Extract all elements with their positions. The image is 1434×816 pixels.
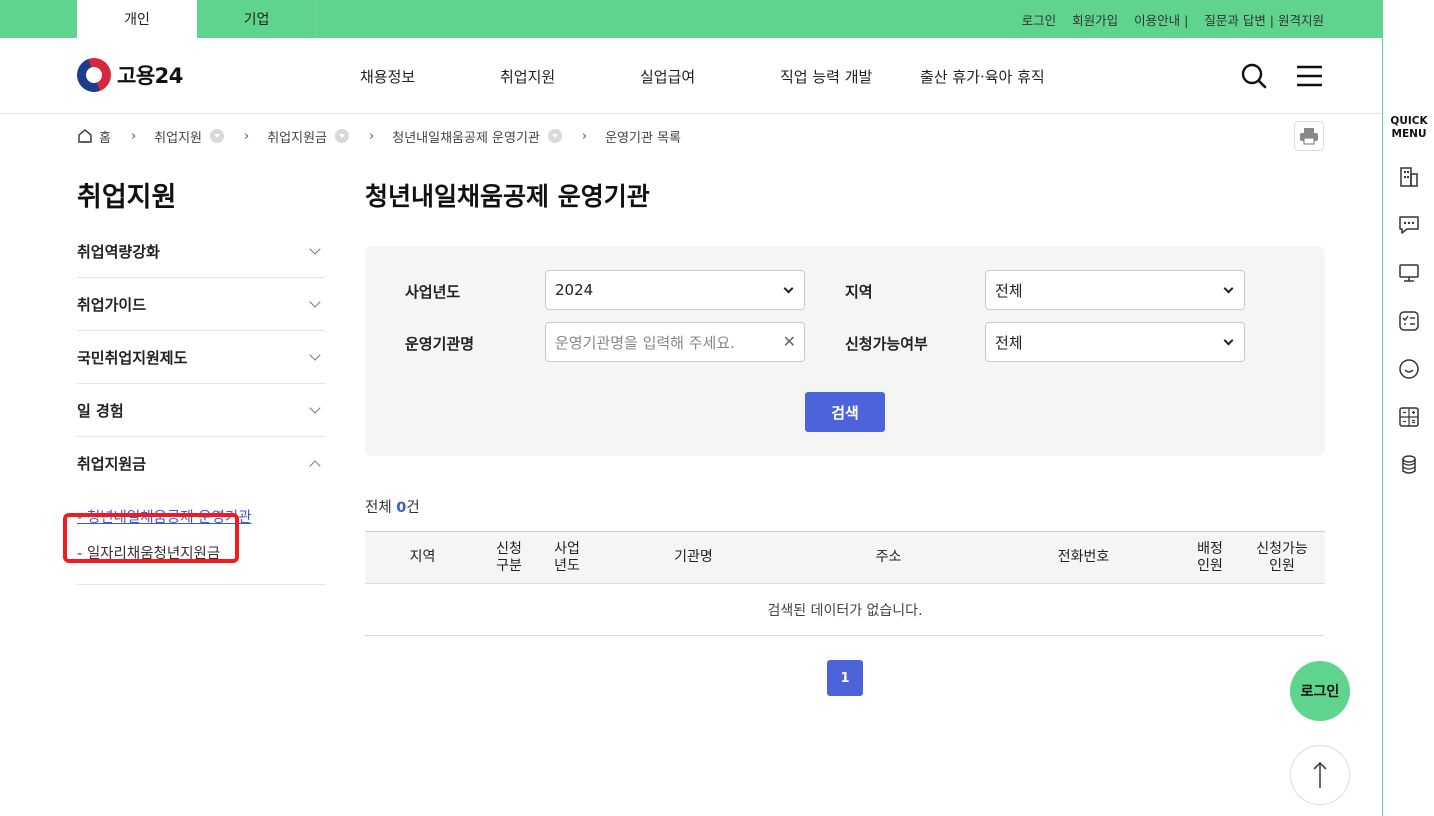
hamburger-menu-icon[interactable] bbox=[1296, 62, 1324, 90]
year-label: 사업년도 bbox=[405, 283, 461, 301]
org-name-input[interactable]: 운영기관명을 입력해 주세요. ✕ bbox=[545, 322, 805, 362]
sidebar-item-competency[interactable]: 취업역량강화 bbox=[77, 225, 325, 278]
checklist-icon[interactable] bbox=[1397, 309, 1421, 333]
sidebar-item-national-support[interactable]: 국민취업지원제도 bbox=[77, 331, 325, 384]
region-label: 지역 bbox=[845, 283, 873, 301]
utility-links: 로그인 회원가입 이용안내 | 질문과 답변 | 원격지원 bbox=[1022, 0, 1324, 38]
table-header-row: 지역 신청 구분 사업 년도 기관명 주소 전화번호 배정 인원 신청가능 인원 bbox=[365, 531, 1325, 584]
org-name-label: 운영기관명 bbox=[405, 335, 475, 353]
breadcrumb: 홈 › 취업지원 › 취업지원금 › 청년내일채움공제 운영기관 › 운영기관 … bbox=[77, 126, 681, 146]
sidebar-item-subsidy[interactable]: 취업지원금 bbox=[77, 437, 325, 490]
nav-item-unemployment-benefits[interactable]: 실업급여 bbox=[640, 66, 695, 87]
site-header: 고용24 채용정보 취업지원 실업급여 직업 능력 개발 출산 휴가·육아 휴직 bbox=[0, 38, 1382, 114]
chevron-down-icon bbox=[1223, 335, 1234, 346]
home-icon bbox=[78, 129, 92, 143]
result-count-number: 0 bbox=[396, 500, 407, 516]
search-filter-panel: 사업년도 2024 지역 전체 운영기관명 운영기관명을 입력해 주세요. ✕ 신… bbox=[365, 246, 1325, 456]
chevron-down-icon bbox=[309, 402, 321, 414]
printer-icon bbox=[1300, 128, 1318, 145]
building-icon[interactable] bbox=[1397, 165, 1421, 189]
column-header-assigned: 배정 인원 bbox=[1197, 540, 1223, 574]
tab-personal[interactable]: 개인 bbox=[77, 0, 197, 38]
guide-link[interactable]: 이용안내 | bbox=[1134, 10, 1188, 29]
result-count: 전체 0건 bbox=[365, 500, 420, 516]
scroll-top-button[interactable] bbox=[1290, 745, 1350, 805]
floating-login-button[interactable]: 로그인 bbox=[1290, 661, 1350, 721]
login-link[interactable]: 로그인 bbox=[1022, 10, 1057, 29]
logo-text: 고용24 bbox=[117, 64, 183, 88]
apply-available-label: 신청가능여부 bbox=[845, 335, 928, 353]
chevron-right-icon: › bbox=[581, 128, 588, 144]
coins-icon[interactable] bbox=[1397, 453, 1421, 477]
highlight-annotation-box bbox=[63, 513, 239, 563]
print-button[interactable] bbox=[1294, 121, 1324, 151]
clear-icon[interactable]: ✕ bbox=[783, 332, 796, 351]
dropdown-circle-icon[interactable] bbox=[210, 129, 225, 143]
taegeuk-logo-icon bbox=[72, 53, 116, 97]
search-icon[interactable] bbox=[1240, 62, 1268, 90]
chevron-up-icon bbox=[309, 459, 321, 472]
chevron-down-icon bbox=[309, 243, 321, 255]
qna-remote-link[interactable]: 질문과 답변 | 원격지원 bbox=[1204, 10, 1324, 29]
chevron-down-icon bbox=[783, 283, 794, 294]
pagination-page-1[interactable]: 1 bbox=[827, 660, 863, 696]
breadcrumb-item[interactable]: 청년내일채움공제 운영기관 bbox=[392, 127, 562, 146]
sidebar-item-work-experience[interactable]: 일 경험 bbox=[77, 384, 325, 437]
breadcrumb-current: 운영기관 목록 bbox=[605, 130, 681, 146]
page-title: 청년내일채움공제 운영기관 bbox=[365, 182, 650, 211]
nav-item-parental-leave[interactable]: 출산 휴가·육아 휴직 bbox=[920, 66, 1045, 87]
quick-menu-title: QUICK MENU bbox=[1390, 115, 1428, 140]
signup-link[interactable]: 회원가입 bbox=[1072, 10, 1118, 29]
column-header-phone: 전화번호 bbox=[1057, 549, 1110, 565]
dropdown-circle-icon[interactable] bbox=[547, 129, 562, 143]
chevron-right-icon: › bbox=[130, 128, 137, 144]
nav-item-jobs[interactable]: 채용정보 bbox=[360, 66, 415, 87]
column-header-org-name: 기관명 bbox=[674, 549, 713, 565]
region-select[interactable]: 전체 bbox=[985, 270, 1245, 310]
dropdown-circle-icon[interactable] bbox=[335, 129, 350, 143]
column-header-address: 주소 bbox=[875, 549, 902, 565]
breadcrumb-home-label: 홈 bbox=[99, 130, 111, 146]
breadcrumb-item[interactable]: 취업지원금 bbox=[267, 127, 350, 146]
nav-item-vocational-training[interactable]: 직업 능력 개발 bbox=[780, 66, 872, 87]
site-logo[interactable]: 고용24 bbox=[72, 53, 183, 97]
lnb-title: 취업지원 bbox=[77, 182, 177, 213]
column-header-available: 신청가능 인원 bbox=[1256, 540, 1308, 574]
nav-item-employment-support[interactable]: 취업지원 bbox=[500, 66, 555, 87]
chevron-right-icon: › bbox=[244, 128, 250, 144]
column-header-region: 지역 bbox=[409, 549, 436, 565]
arrow-up-icon bbox=[1313, 761, 1327, 788]
result-table: 지역 신청 구분 사업 년도 기관명 주소 전화번호 배정 인원 신청가능 인원… bbox=[365, 531, 1325, 636]
apply-available-select[interactable]: 전체 bbox=[985, 322, 1245, 362]
quick-menu: QUICK MENU bbox=[1382, 0, 1434, 816]
chevron-down-icon bbox=[1223, 283, 1234, 294]
empty-message: 검색된 데이터가 없습니다. bbox=[365, 583, 1325, 636]
chevron-down-icon bbox=[309, 349, 321, 361]
sidebar-item-guide[interactable]: 취업가이드 bbox=[77, 278, 325, 331]
smile-icon[interactable] bbox=[1397, 357, 1421, 381]
chevron-right-icon: › bbox=[369, 128, 375, 144]
calculator-icon[interactable] bbox=[1397, 405, 1421, 429]
breadcrumb-item[interactable]: 취업지원 bbox=[154, 127, 225, 146]
chevron-down-icon bbox=[309, 296, 321, 308]
monitor-icon[interactable] bbox=[1397, 261, 1421, 285]
chat-bubble-icon[interactable] bbox=[1397, 213, 1421, 237]
column-header-year: 사업 년도 bbox=[554, 540, 580, 574]
column-header-apply-type: 신청 구분 bbox=[496, 540, 522, 574]
search-button[interactable]: 검색 bbox=[805, 392, 885, 432]
breadcrumb-home[interactable]: 홈 bbox=[77, 127, 111, 146]
tab-business[interactable]: 기업 bbox=[197, 0, 317, 38]
table-row: 검색된 데이터가 없습니다. bbox=[365, 583, 1325, 636]
top-utility-bar: 개인 기업 로그인 회원가입 이용안내 | 질문과 답변 | 원격지원 bbox=[0, 0, 1382, 38]
year-select[interactable]: 2024 bbox=[545, 270, 805, 310]
